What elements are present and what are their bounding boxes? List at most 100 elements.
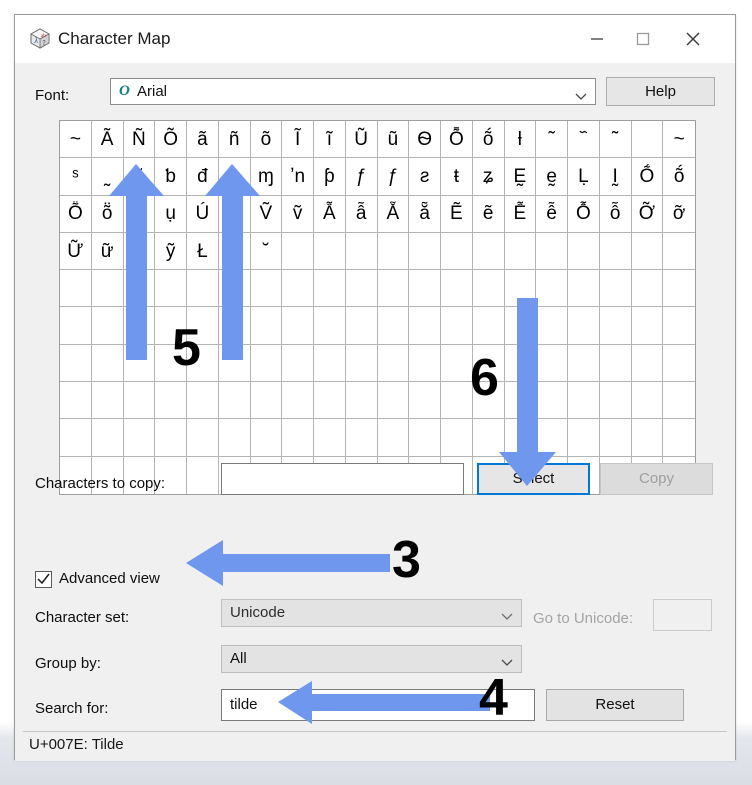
character-cell[interactable]: Ụ [123, 195, 156, 233]
character-cell[interactable]: ˜ [599, 121, 632, 159]
search-value: tilde [230, 696, 258, 713]
character-cell[interactable]: ~ [60, 121, 92, 159]
character-cell[interactable]: ~ [663, 121, 695, 159]
character-cell[interactable]: ñ [218, 121, 251, 159]
character-cell-empty [345, 232, 378, 271]
character-cell[interactable]: ỹ [155, 232, 187, 271]
character-cell[interactable]: Ḛ [504, 158, 537, 196]
character-cell[interactable]: ẫ [345, 195, 378, 233]
character-cell[interactable]: ˜ [536, 121, 568, 159]
character-cell-empty [441, 232, 473, 271]
character-cell[interactable]: ã [187, 121, 219, 159]
character-cell[interactable]: ᷈ [568, 121, 600, 159]
character-cell[interactable]: Ã [91, 121, 124, 159]
select-button[interactable]: Select [477, 463, 590, 495]
character-cell[interactable]: ũ [377, 121, 410, 159]
character-cell[interactable]: ỗ [599, 195, 632, 233]
character-cell[interactable]: ẵ [409, 195, 441, 233]
character-cell[interactable]: ƨ [409, 158, 441, 196]
character-cell[interactable]: Ñ [123, 121, 156, 159]
character-cell[interactable]: Ẽ [441, 195, 473, 233]
advanced-view-checkbox[interactable] [35, 571, 52, 588]
character-cell[interactable]: Ṍ [631, 158, 664, 196]
character-cell[interactable]: Ỗ [568, 195, 600, 233]
character-cell[interactable]: Ũ [345, 121, 378, 159]
character-cell[interactable]: Ḷ [568, 158, 600, 196]
character-cell[interactable]: õ [250, 121, 283, 159]
character-cell-empty [568, 344, 600, 383]
character-cell[interactable]: ẽ [472, 195, 505, 233]
close-button[interactable] [670, 15, 716, 62]
characters-to-copy-label: Characters to copy: [35, 475, 166, 492]
character-cell[interactable]: Ẵ [377, 195, 410, 233]
minimize-button[interactable] [574, 15, 620, 62]
character-cell-empty [536, 270, 568, 308]
character-cell[interactable]: Ѳ [409, 121, 441, 159]
character-cell-empty [282, 382, 314, 420]
character-cell[interactable]: Ẫ [314, 195, 346, 233]
character-cell[interactable]: ƒ [377, 158, 410, 196]
character-cell[interactable]: Ṏ [60, 195, 92, 233]
character-cell[interactable]: Ṽ [250, 195, 283, 233]
character-cell[interactable]: Ḭ [599, 158, 632, 196]
character-cell[interactable]: Ȭ [441, 121, 473, 159]
character-cell[interactable]: ṍ [663, 158, 695, 196]
character-cell-empty [441, 344, 473, 383]
group-by-label: Group by: [35, 655, 101, 672]
font-combobox[interactable]: O Arial [110, 78, 596, 105]
character-cell[interactable]: Ú [187, 195, 219, 233]
character-cell[interactable]: ˘ [250, 232, 283, 271]
character-cell-empty [441, 307, 473, 345]
character-cell[interactable]: ʼn [282, 158, 314, 196]
annotation-number-5: 5 [172, 319, 201, 377]
character-cell-empty [599, 307, 632, 345]
character-cell[interactable]: ĩ [314, 121, 346, 159]
help-button[interactable]: Help [606, 77, 715, 106]
character-cell[interactable]: đ [187, 158, 219, 196]
character-cell[interactable]: ễ [536, 195, 568, 233]
group-by-combobox[interactable]: All [221, 645, 522, 673]
character-cell[interactable]: ṏ [91, 195, 124, 233]
character-cell[interactable]: ʑ [472, 158, 505, 196]
character-cell-empty [250, 382, 283, 420]
character-cell[interactable]: ɱ [250, 158, 283, 196]
character-cell[interactable]: Ĩ [282, 121, 314, 159]
character-cell[interactable]: ụ [155, 195, 187, 233]
characters-to-copy-input[interactable] [221, 463, 464, 495]
character-cell[interactable]: Ỡ [631, 195, 664, 233]
character-cell[interactable]: ƥ [314, 158, 346, 196]
advanced-view-label[interactable]: Advanced view [59, 570, 160, 587]
character-cell[interactable]: ṍ [472, 121, 505, 159]
character-cell-empty [187, 270, 219, 308]
character-cell[interactable]: ˢ [60, 158, 92, 196]
reset-button[interactable]: Reset [546, 689, 684, 721]
character-cell[interactable]: Ễ [504, 195, 537, 233]
character-cell-empty [282, 419, 314, 457]
character-cell-empty [282, 232, 314, 271]
character-cell[interactable]: ỡ [663, 196, 695, 233]
window-title: Character Map [58, 29, 171, 48]
character-cell-empty [218, 195, 251, 233]
character-cell[interactable]: ƅ [155, 158, 187, 196]
character-cell[interactable]: Õ [155, 121, 187, 159]
character-cell[interactable]: ƚ [504, 121, 537, 159]
character-cell[interactable]: Ł [187, 232, 219, 271]
character-cell-empty [631, 232, 664, 271]
character-grid[interactable]: ~ÃÑÕãñõĨĩŨũѲȬṍƚ˜᷈˜~ˢ˷˜ƅđƨɱʼnƥƒƒƨŧʑḚḛḶḬṌṍ… [59, 120, 696, 495]
character-cell[interactable]: ˷ [91, 158, 124, 196]
character-cell-empty [409, 344, 441, 383]
character-cell[interactable]: Ữ [60, 232, 92, 271]
character-cell[interactable]: ƒ [345, 158, 378, 196]
character-cell[interactable]: ƨ [218, 158, 251, 196]
maximize-button[interactable] [620, 15, 666, 62]
character-cell-empty [536, 344, 568, 383]
character-cell[interactable]: ữ [91, 232, 124, 271]
character-cell[interactable]: ˜ [123, 158, 156, 196]
character-cell-empty [377, 270, 410, 308]
character-cell[interactable]: Ỹ [123, 232, 156, 271]
character-cell-empty [568, 232, 600, 271]
character-cell-empty [536, 419, 568, 457]
character-cell[interactable]: ŧ [441, 158, 473, 196]
character-cell[interactable]: ḛ [536, 158, 568, 196]
character-cell[interactable]: ṽ [282, 195, 314, 233]
